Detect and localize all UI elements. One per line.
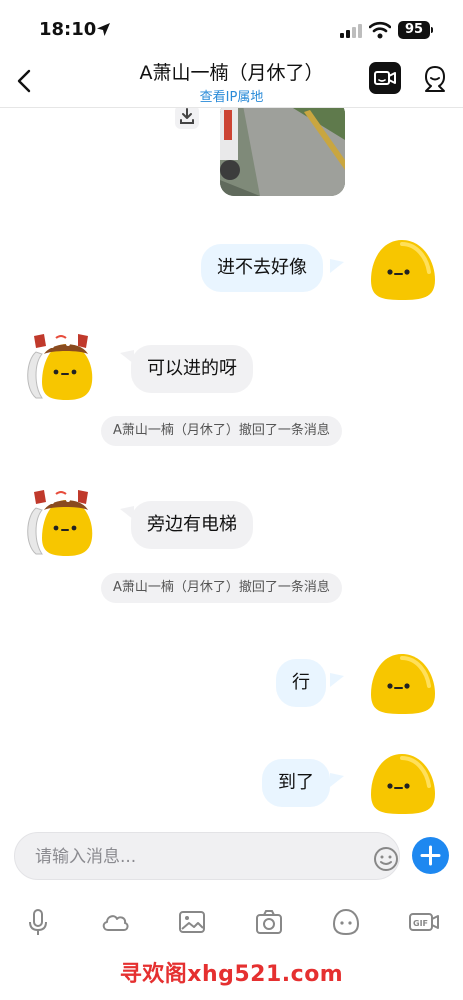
image-icon[interactable] bbox=[176, 906, 208, 938]
chat-message-list[interactable]: 进不去好像 可以进的呀 A萧山一楠（月休了）撤回了一条消息 旁边有电梯 A萧山一… bbox=[0, 108, 463, 828]
bubble-tail bbox=[330, 773, 344, 787]
location-arrow-icon bbox=[97, 23, 110, 36]
gif-icon[interactable]: GIF bbox=[407, 906, 441, 938]
bubble-tail bbox=[330, 259, 344, 273]
contact-avatar[interactable] bbox=[22, 330, 98, 406]
recall-notice: A萧山一楠（月休了）撤回了一条消息 bbox=[101, 573, 342, 603]
wifi-icon bbox=[369, 21, 391, 39]
message-bubble-incoming[interactable]: 旁边有电梯 bbox=[131, 501, 253, 549]
image-message[interactable] bbox=[220, 108, 345, 196]
camera-icon[interactable] bbox=[253, 906, 285, 938]
recall-notice: A萧山一楠（月休了）撤回了一条消息 bbox=[101, 416, 342, 446]
emoji-icon[interactable] bbox=[373, 846, 399, 872]
message-bubble-outgoing[interactable]: 进不去好像 bbox=[201, 244, 323, 292]
bubble-tail bbox=[330, 673, 344, 687]
mic-icon[interactable] bbox=[22, 906, 54, 938]
my-avatar[interactable] bbox=[367, 650, 437, 720]
message-bubble-outgoing[interactable]: 到了 bbox=[262, 759, 330, 807]
svg-text:GIF: GIF bbox=[413, 919, 428, 928]
chat-header: A萧山一楠（月休了） 查看IP属地 bbox=[0, 58, 463, 108]
message-input[interactable]: 请输入消息... bbox=[14, 832, 400, 880]
watermark: 寻欢阁xhg521.com bbox=[119, 962, 344, 987]
message-input-placeholder: 请输入消息... bbox=[35, 847, 137, 867]
status-time: 18:10 bbox=[39, 19, 97, 40]
download-icon[interactable] bbox=[172, 108, 202, 132]
battery-indicator: 95 bbox=[398, 21, 430, 39]
my-avatar[interactable] bbox=[367, 750, 437, 820]
profile-icon[interactable] bbox=[420, 63, 450, 95]
composer: 请输入消息... bbox=[0, 828, 463, 888]
status-bar: 18:10 95 bbox=[0, 0, 463, 58]
video-call-icon[interactable] bbox=[369, 62, 401, 94]
contact-avatar[interactable] bbox=[22, 486, 98, 562]
add-attachment-button[interactable] bbox=[412, 837, 449, 874]
battery-tip bbox=[431, 27, 433, 33]
my-avatar[interactable] bbox=[367, 236, 437, 306]
cellular-signal-icon bbox=[340, 24, 362, 38]
street-photo bbox=[220, 108, 345, 196]
message-bubble-incoming[interactable]: 可以进的呀 bbox=[131, 345, 253, 393]
message-bubble-outgoing[interactable]: 行 bbox=[276, 659, 326, 707]
composer-toolbar: GIF bbox=[0, 898, 463, 944]
cloud-icon[interactable] bbox=[99, 906, 131, 938]
emoji-face-icon[interactable] bbox=[330, 906, 362, 938]
